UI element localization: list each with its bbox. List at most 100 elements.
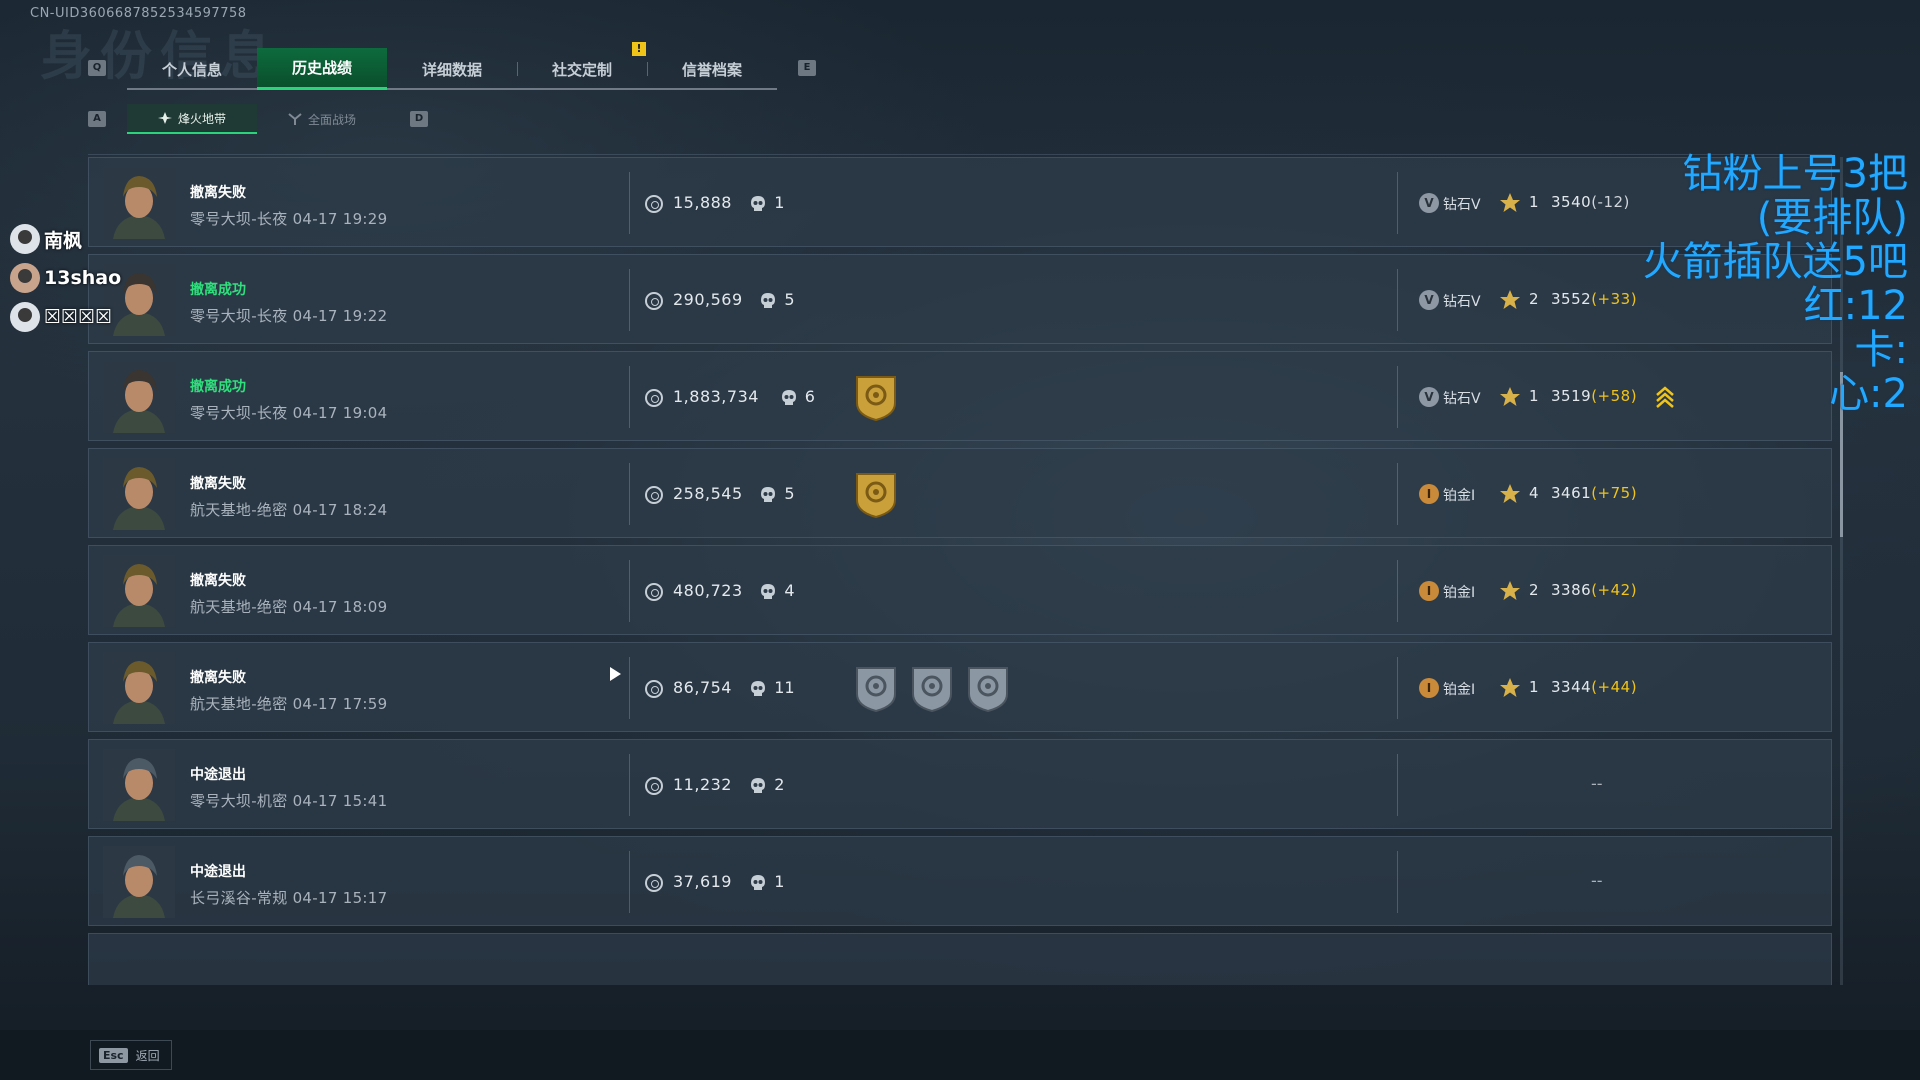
column-divider [629, 851, 630, 913]
kill-count: 1 [774, 872, 785, 891]
back-button[interactable]: Esc 返回 [90, 1040, 172, 1070]
tab-social-custom[interactable]: 社交定制 [517, 48, 647, 90]
column-divider [629, 269, 630, 331]
score-value: 3461 [1551, 484, 1592, 502]
operator-portrait [103, 652, 175, 724]
loot-value: 15,888 [673, 193, 732, 212]
column-divider [629, 754, 630, 816]
tab-detailed-data[interactable]: 详细数据 [387, 48, 517, 90]
extraction-status: 撤离失败 [190, 185, 246, 201]
match-record-row[interactable]: 撤离失败 航天基地-绝密 04-17 17:59 86,754 11 I 铂金I 1 3344… [88, 642, 1832, 732]
map-and-time: 零号大坝-机密 04-17 15:41 [190, 792, 388, 810]
esc-key-icon: Esc [99, 1047, 128, 1063]
viewer-entry: 13shao [10, 263, 121, 293]
loot-value: 290,569 [673, 290, 743, 309]
subtab-warfare-label: 全面战场 [307, 112, 356, 127]
rank-name: 钻石V [1443, 391, 1481, 407]
map-and-time: 航天基地-绝密 04-17 18:09 [190, 598, 388, 616]
silver-star-badge-icon[interactable] [965, 664, 1011, 713]
silver-crosshair-badge-icon[interactable] [853, 664, 899, 713]
map-and-time: 长弓溪谷-常规 04-17 15:17 [190, 889, 388, 907]
viewer-entry: ☒☒☒☒ [10, 302, 112, 332]
column-divider [1397, 754, 1398, 816]
operations-mode-icon [157, 112, 172, 124]
kill-count: 5 [784, 484, 795, 503]
viewer-name: 南枫 [44, 229, 83, 252]
match-record-row[interactable]: 撤离成功 零号大坝-长夜 04-17 19:04 1,883,734 6 V 钻石V 1 35… [88, 351, 1832, 441]
rank-name: 钻石V [1443, 197, 1481, 213]
extraction-status: 撤离成功 [190, 282, 246, 298]
match-record-row-partial[interactable] [88, 933, 1832, 985]
star-icon [1499, 483, 1521, 505]
skull-kill-icon [760, 583, 776, 601]
tab-credit-record[interactable]: 信誉档案 [647, 48, 777, 90]
rank-name: 铂金I [1443, 682, 1476, 698]
viewer-avatar [10, 224, 40, 254]
warfare-mode-icon [288, 113, 302, 125]
loot-value: 11,232 [673, 775, 732, 794]
column-divider [629, 657, 630, 719]
viewer-name: 13shao [44, 267, 122, 289]
viewer-avatar [10, 302, 40, 332]
star-count: 1 [1529, 387, 1539, 405]
rank-score: 3344(+44) [1551, 678, 1637, 696]
no-rank-placeholder: -- [1591, 774, 1603, 793]
score-delta: (+58) [1591, 387, 1638, 405]
back-label: 返回 [135, 1048, 160, 1063]
map-and-time: 航天基地-绝密 04-17 17:59 [190, 695, 388, 713]
score-value: 3386 [1551, 581, 1592, 599]
skull-kill-icon [750, 874, 766, 892]
skull-kill-icon [750, 680, 766, 698]
currency-icon [645, 777, 663, 795]
gold-sun-badge-icon[interactable] [853, 470, 899, 519]
column-divider [1397, 172, 1398, 234]
rank-score: 3552(+33) [1551, 290, 1637, 308]
diamond-rank-icon: V [1419, 387, 1439, 407]
skull-kill-icon [750, 195, 766, 213]
extraction-status: 撤离失败 [190, 670, 246, 686]
viewer-name: ☒☒☒☒ [44, 306, 113, 328]
subtab-warfare[interactable]: 全面战场 [257, 104, 387, 134]
subtab-next-key-hint: D [410, 111, 428, 127]
extraction-status: 撤离成功 [190, 379, 246, 395]
score-delta: (+75) [1591, 484, 1638, 502]
operator-portrait [103, 361, 175, 433]
operator-portrait [103, 458, 175, 530]
operator-portrait [103, 167, 175, 239]
viewer-avatar [10, 263, 40, 293]
operator-portrait [103, 749, 175, 821]
silver-skull-badge-icon[interactable] [909, 664, 955, 713]
notification-badge: ! [632, 42, 646, 56]
match-record-row[interactable]: 中途退出 零号大坝-机密 04-17 15:41 11,232 2 -- [88, 739, 1832, 829]
match-record-row[interactable]: 中途退出 长弓溪谷-常规 04-17 15:17 37,619 1 -- [88, 836, 1832, 926]
no-rank-placeholder: -- [1591, 871, 1603, 890]
tab-next-key-hint: E [798, 60, 816, 76]
tab-personal-info[interactable]: 个人信息 [127, 48, 257, 90]
mode-subtabs: 烽火地带 全面战场 [127, 104, 387, 134]
gold-eye-badge-icon[interactable] [853, 373, 899, 422]
currency-icon [645, 292, 663, 310]
match-record-row[interactable]: 撤离失败 航天基地-绝密 04-17 18:24 258,545 5 I 铂金I 4 3461… [88, 448, 1832, 538]
column-divider [629, 463, 630, 525]
match-record-row[interactable]: 撤离成功 零号大坝-长夜 04-17 19:22 290,569 5 V 钻石V 2 3552… [88, 254, 1832, 344]
subtab-operations[interactable]: 烽火地带 [127, 104, 257, 134]
star-count: 2 [1529, 581, 1539, 599]
tab-match-history[interactable]: 历史战绩 [257, 48, 387, 90]
column-divider [1397, 851, 1398, 913]
match-history-list[interactable]: 撤离失败 零号大坝-长夜 04-17 19:29 15,888 1 V 钻石V 1 3540(… [88, 157, 1832, 985]
kill-count: 5 [784, 290, 795, 309]
currency-icon [645, 195, 663, 213]
match-record-row[interactable]: 撤离失败 航天基地-绝密 04-17 18:09 480,723 4 I 铂金I 2 3386… [88, 545, 1832, 635]
column-divider [1397, 657, 1398, 719]
overlay-line: 钻粉上号3把 [1682, 151, 1908, 197]
column-divider [1397, 366, 1398, 428]
column-divider [1397, 463, 1398, 525]
extraction-status: 中途退出 [190, 767, 246, 783]
column-divider [1397, 269, 1398, 331]
loot-value: 480,723 [673, 581, 743, 600]
skull-kill-icon [750, 777, 766, 795]
map-and-time: 零号大坝-长夜 04-17 19:29 [190, 210, 388, 228]
score-delta: (+44) [1591, 678, 1638, 696]
score-value: 3540 [1551, 193, 1592, 211]
match-record-row[interactable]: 撤离失败 零号大坝-长夜 04-17 19:29 15,888 1 V 钻石V 1 3540(… [88, 157, 1832, 247]
